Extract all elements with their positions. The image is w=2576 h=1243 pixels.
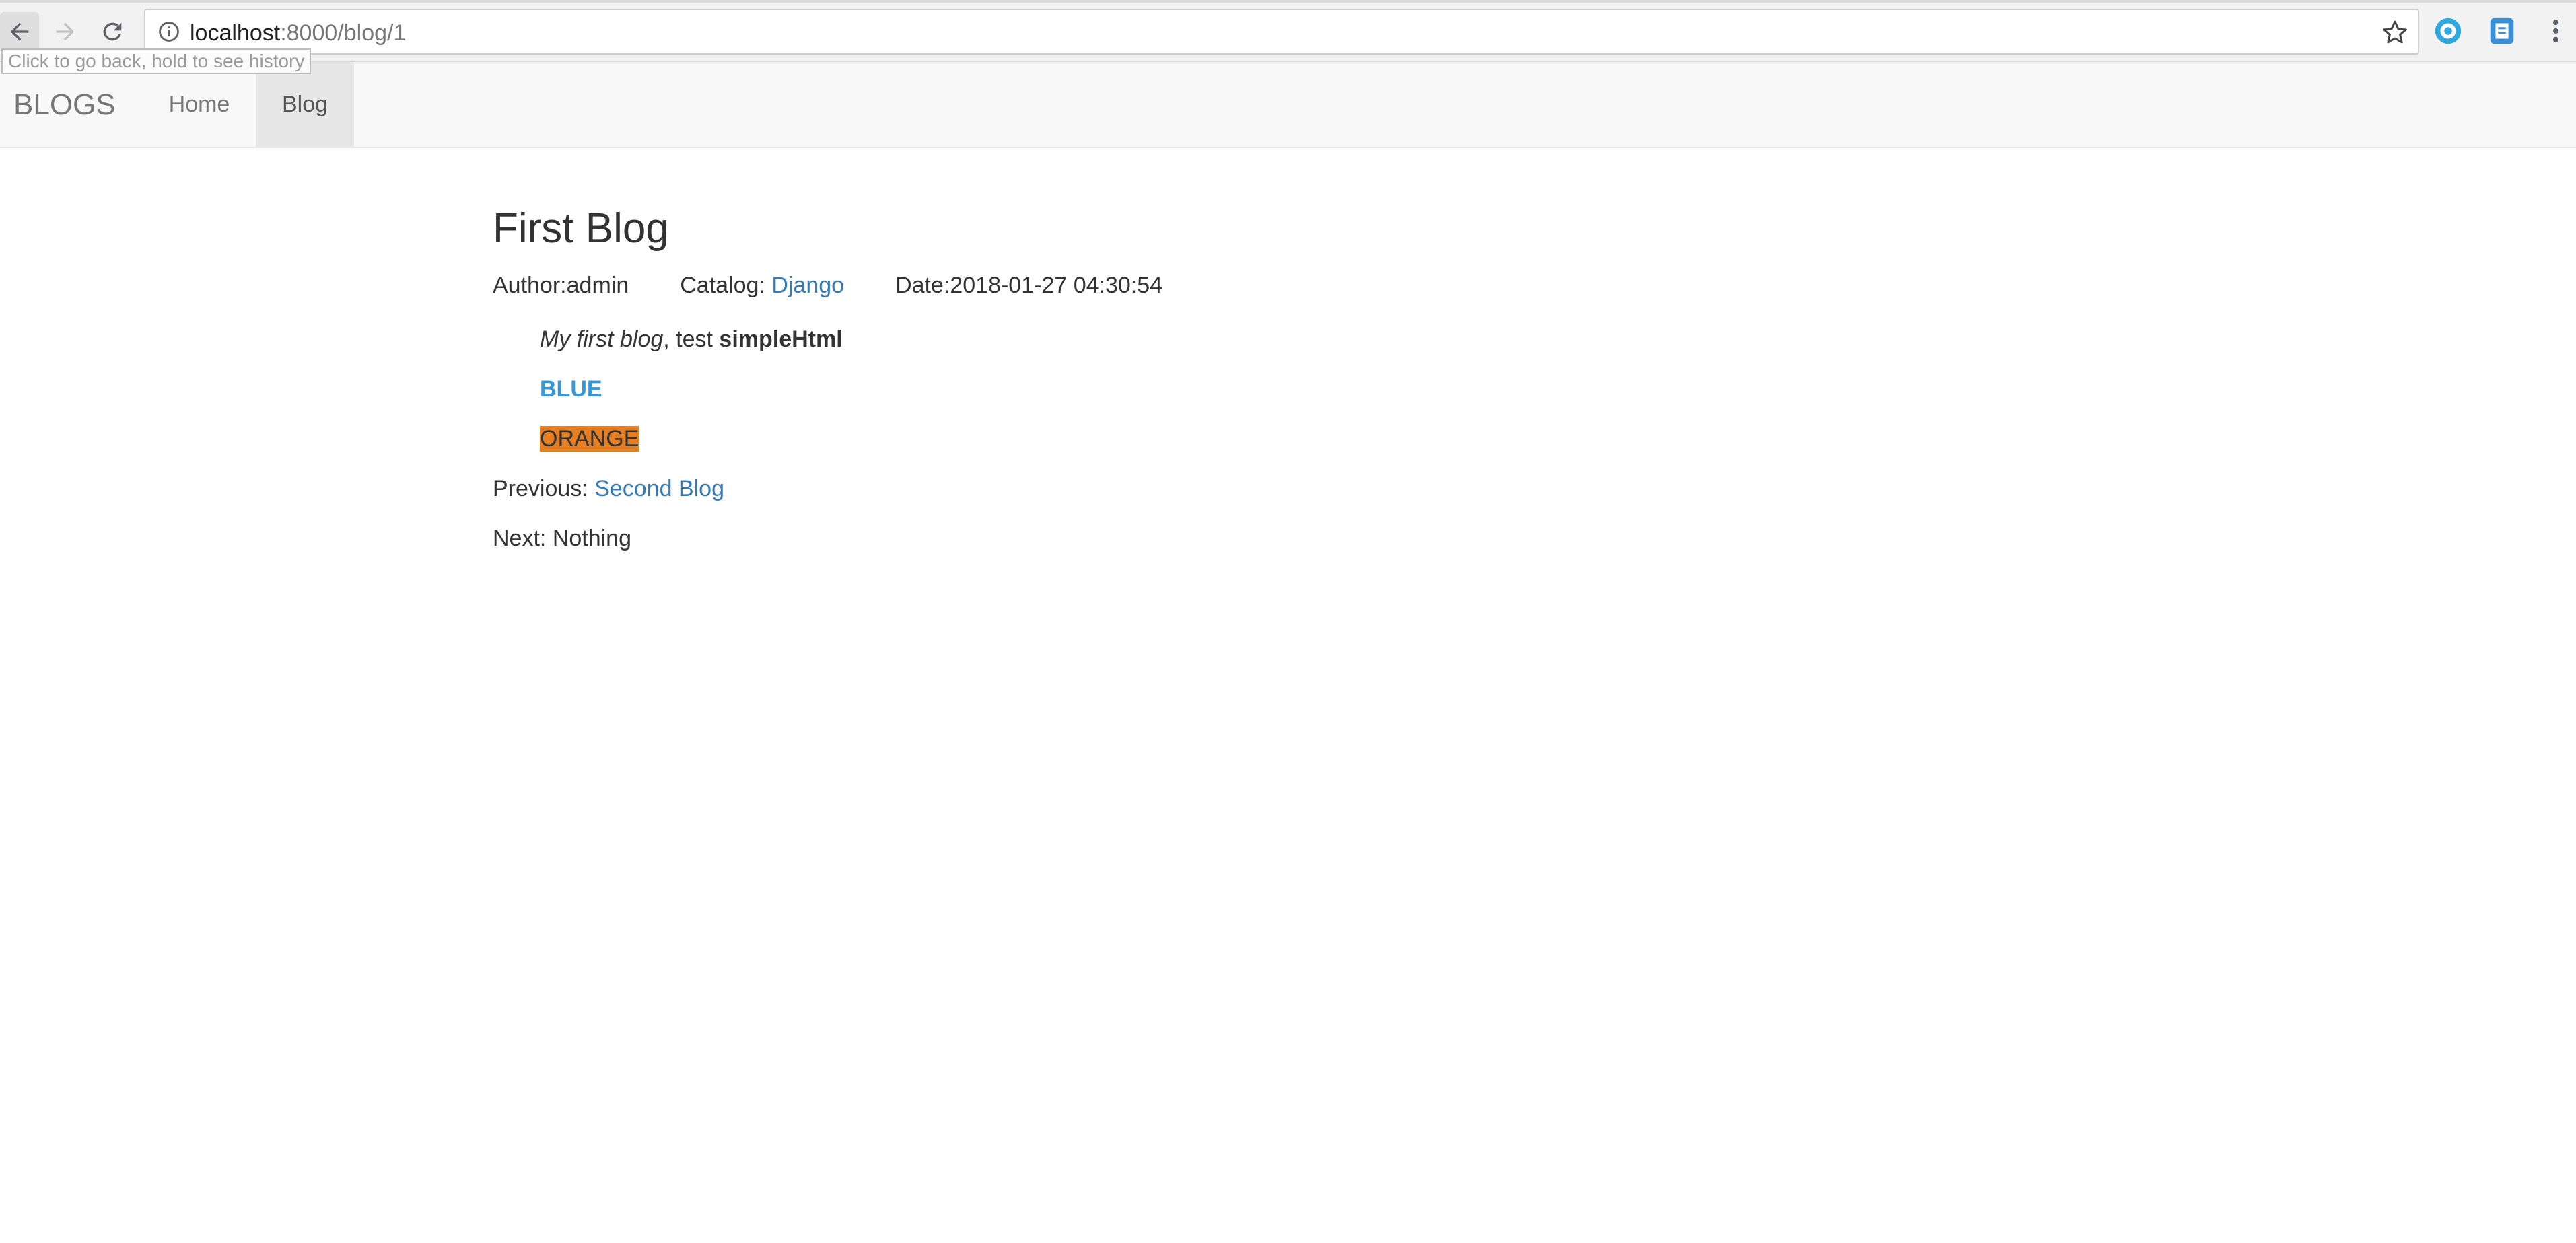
reload-button[interactable] (93, 12, 132, 51)
nav-item-home[interactable]: Home (143, 62, 256, 147)
body-orange-paragraph: ORANGE (540, 424, 2108, 454)
post-body: My first blog, test simpleHtml BLUE ORAN… (540, 324, 2108, 454)
previous-post-link[interactable]: Second Blog (594, 476, 724, 501)
date-label: Date: (895, 273, 950, 298)
post-date: 2018-01-27 04:30:54 (950, 273, 1163, 298)
info-icon[interactable] (158, 20, 180, 43)
body-paragraph: My first blog, test simpleHtml (540, 324, 2108, 354)
browser-toolbar: localhost:8000/blog/1 (0, 0, 2576, 62)
bookmark-star-icon[interactable] (2381, 19, 2408, 46)
back-button-tooltip: Click to go back, hold to see history (1, 48, 312, 74)
next-post: Next: Nothing (493, 524, 2108, 553)
url-host: localhost (190, 20, 281, 46)
author-label: Author: (493, 273, 567, 298)
extension-gear-icon[interactable] (2433, 15, 2464, 46)
previous-label: Previous: (493, 476, 595, 501)
address-bar[interactable]: localhost:8000/blog/1 (144, 9, 2419, 55)
body-bold-text: simpleHtml (719, 326, 843, 352)
orange-highlight-text: ORANGE (540, 426, 639, 452)
body-blue-paragraph: BLUE (540, 374, 2108, 404)
body-italic-text: My first blog (540, 326, 664, 352)
blue-text: BLUE (540, 376, 602, 402)
url-path: :8000/blog/1 (280, 20, 407, 46)
extension-clipboard-icon[interactable] (2486, 15, 2517, 46)
post-meta: Author:admin Catalog: Django Date:2018-01-… (493, 271, 2108, 300)
author-name: admin (566, 273, 629, 298)
brand-logo[interactable]: BLOGS (13, 62, 116, 148)
previous-post: Previous: Second Blog (493, 474, 2108, 503)
post-title: First Blog (493, 205, 669, 252)
catalog-label: Catalog: (680, 273, 772, 298)
nav-item-blog[interactable]: Blog (256, 62, 354, 147)
catalog-link[interactable]: Django (771, 273, 844, 298)
tab-strip-edge (0, 0, 2576, 3)
body-plain-text: , test (663, 326, 720, 352)
reload-icon (103, 22, 122, 41)
back-button[interactable] (0, 12, 39, 51)
url-text[interactable]: localhost:8000/blog/1 (190, 20, 406, 46)
blog-post: First Blog Author:admin Catalog: Django Da… (493, 202, 2108, 573)
site-navbar: BLOGS Home Blog (0, 62, 2576, 148)
forward-button[interactable] (46, 12, 85, 51)
post-pager: Previous: Second Blog Next: Nothing (493, 474, 2108, 553)
more-vert-icon[interactable] (2544, 16, 2567, 46)
next-label: Next: (493, 526, 553, 551)
next-post-value: Nothing (552, 526, 632, 551)
arrow-right-icon (56, 22, 75, 41)
arrow-left-icon (10, 22, 29, 41)
